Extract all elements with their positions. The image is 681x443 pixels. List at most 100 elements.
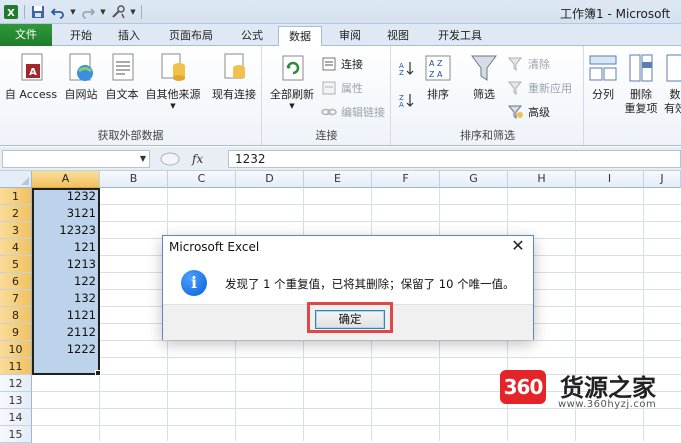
cell-a3[interactable]: 12323 — [33, 222, 99, 238]
sort-ascending-button[interactable]: AZ — [398, 60, 414, 77]
sort-asc-icon: AZ — [398, 60, 414, 77]
row-header[interactable]: 4 — [0, 239, 32, 256]
connections-button[interactable]: 连接 — [321, 56, 363, 72]
column-header-f[interactable]: F — [372, 171, 440, 188]
row-header[interactable]: 10 — [0, 341, 32, 358]
save-icon[interactable] — [29, 3, 47, 21]
cell-a10[interactable]: 1222 — [33, 341, 99, 357]
tab-view[interactable]: 视图 — [378, 26, 418, 46]
row-header[interactable]: 8 — [0, 307, 32, 324]
row-header[interactable]: 14 — [0, 409, 32, 426]
cell-a2[interactable]: 3121 — [33, 205, 99, 221]
row-header[interactable]: 3 — [0, 222, 32, 239]
undo-dropdown-icon[interactable]: ▼ — [69, 8, 77, 16]
watermark: 360 货源之家 www.360hyzj.com — [500, 368, 681, 416]
tab-formulas[interactable]: 公式 — [230, 26, 274, 46]
text-to-columns-icon — [588, 52, 618, 84]
advanced-filter-button[interactable]: 高级 — [507, 104, 550, 120]
column-header-g[interactable]: G — [440, 171, 508, 188]
cell-a7[interactable]: 132 — [33, 290, 99, 306]
name-box-dropdown-icon[interactable]: ▼ — [140, 151, 146, 167]
redo-icon[interactable] — [79, 3, 97, 21]
column-header-a[interactable]: A — [32, 171, 100, 188]
from-other-sources-button[interactable]: 自其他来源 ▼ — [142, 52, 204, 110]
insert-function-button[interactable]: fx — [192, 152, 203, 166]
cell-a6[interactable]: 122 — [33, 273, 99, 289]
svg-text:A: A — [29, 67, 37, 78]
reapply-icon — [507, 80, 524, 96]
row-header[interactable]: 1 — [0, 188, 32, 205]
column-header-i[interactable]: I — [576, 171, 644, 188]
qat-customize-dropdown-icon[interactable]: ▼ — [129, 8, 137, 16]
row-header[interactable]: 13 — [0, 392, 32, 409]
row-header[interactable]: 12 — [0, 375, 32, 392]
refresh-dropdown-icon: ▼ — [289, 102, 295, 110]
remove-duplicates-icon — [626, 52, 656, 84]
name-box[interactable]: ▼ — [2, 150, 150, 168]
tab-file[interactable]: 文件 — [0, 24, 52, 46]
tab-review[interactable]: 审阅 — [330, 26, 370, 46]
sort-button[interactable]: A ZZ A 排序 — [420, 52, 456, 102]
text-to-columns-button[interactable]: 分列 — [587, 52, 619, 102]
qat-separator — [24, 5, 25, 19]
text-file-icon — [107, 52, 137, 84]
row-header[interactable]: 11 — [0, 358, 32, 375]
ok-button[interactable]: 确定 — [315, 310, 385, 329]
cell-a8[interactable]: 1121 — [33, 307, 99, 323]
from-text-button[interactable]: 自文本 — [102, 52, 142, 102]
formula-controls: fx — [152, 150, 222, 168]
filter-button[interactable]: 筛选 — [464, 52, 504, 102]
tab-home[interactable]: 开始 — [58, 26, 104, 46]
clear-filter-button[interactable]: 清除 — [507, 56, 550, 72]
tab-developer[interactable]: 开发工具 — [428, 26, 492, 46]
column-header-e[interactable]: E — [304, 171, 372, 188]
connections-icon — [321, 56, 337, 72]
edit-links-button[interactable]: 编辑链接 — [321, 104, 385, 120]
svg-text:A Z: A Z — [429, 59, 443, 68]
row-header[interactable]: 5 — [0, 256, 32, 273]
cell-a4[interactable]: 121 — [33, 239, 99, 255]
tab-page-layout[interactable]: 页面布局 — [160, 26, 222, 46]
close-icon[interactable]: ✕ — [509, 237, 527, 255]
column-header-j[interactable]: J — [644, 171, 681, 188]
from-access-button[interactable]: A 自 Access — [4, 52, 58, 102]
cell-a9[interactable]: 2112 — [33, 324, 99, 340]
dialog-footer: 确定 — [163, 302, 533, 340]
row-header[interactable]: 2 — [0, 205, 32, 222]
undo-icon[interactable] — [49, 3, 67, 21]
cell-a1[interactable]: 1232 — [33, 188, 99, 204]
tab-insert[interactable]: 插入 — [108, 26, 150, 46]
fill-handle[interactable] — [95, 370, 101, 376]
sort-descending-button[interactable]: ZA — [398, 92, 414, 109]
row-header[interactable]: 6 — [0, 273, 32, 290]
column-header-h[interactable]: H — [508, 171, 576, 188]
refresh-all-button[interactable]: 全部刷新 ▼ — [267, 52, 317, 110]
from-web-button[interactable]: 自网站 — [60, 52, 102, 102]
group-label-external: 获取外部数据 — [97, 129, 164, 142]
svg-text:Z: Z — [399, 69, 404, 76]
select-all-button[interactable] — [0, 171, 32, 188]
tab-data[interactable]: 数据 — [278, 26, 322, 47]
reapply-button[interactable]: 重新应用 — [507, 80, 572, 96]
remove-duplicates-button[interactable]: 删除 重复项 — [621, 52, 661, 116]
data-validation-button[interactable]: 数 有效 — [663, 52, 681, 116]
ribbon-tabs: 文件 开始 插入 页面布局 公式 数据 审阅 视图 开发工具 — [0, 24, 681, 47]
column-header-d[interactable]: D — [236, 171, 304, 188]
formula-bar-handle-icon[interactable] — [160, 152, 180, 166]
column-header-c[interactable]: C — [168, 171, 236, 188]
column-header-b[interactable]: B — [100, 171, 168, 188]
properties-button[interactable]: 属性 — [321, 80, 363, 96]
other-sources-dropdown-icon: ▼ — [170, 102, 176, 110]
clear-filter-icon — [507, 56, 524, 72]
formula-input[interactable]: 1232 — [228, 150, 681, 168]
excel-logo-icon[interactable]: X — [2, 3, 20, 21]
cell-a5[interactable]: 1213 — [33, 256, 99, 272]
formula-bar: ▼ fx 1232 — [0, 147, 681, 171]
row-header[interactable]: 7 — [0, 290, 32, 307]
row-header[interactable]: 15 — [0, 426, 32, 443]
svg-text:X: X — [7, 8, 15, 19]
existing-connections-button[interactable]: 现有连接 — [208, 52, 260, 102]
customize-tool-icon[interactable] — [109, 3, 127, 21]
redo-dropdown-icon[interactable]: ▼ — [99, 8, 107, 16]
row-header[interactable]: 9 — [0, 324, 32, 341]
